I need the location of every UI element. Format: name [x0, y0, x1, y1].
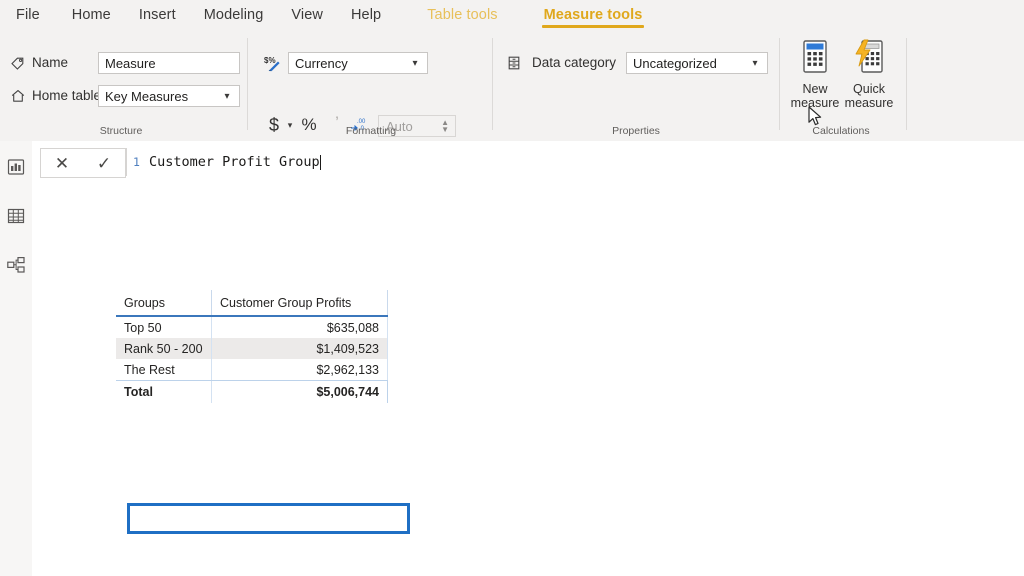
tab-home-label: Home [71, 7, 111, 23]
tab-insert-label: Insert [138, 7, 176, 23]
currency-format-button[interactable]: $ [266, 115, 282, 135]
data-category-label: Data category [532, 55, 617, 70]
home-table-select[interactable]: Key Measures ▾ [98, 85, 240, 107]
home-table-field-row: Home table [8, 86, 101, 105]
cell-group: Rank 50 - 200 [116, 338, 212, 359]
tab-home[interactable]: Home [58, 0, 125, 30]
formula-line-number: 1 [133, 155, 140, 169]
table-row[interactable]: Top 50 $635,088 [116, 317, 388, 338]
text-caret [319, 154, 321, 170]
measure-name-value: Measure [105, 55, 156, 71]
data-category-icon [504, 53, 523, 72]
quick-measure-label-line2: measure [844, 96, 894, 110]
ribbon-body: Name Measure Home table Key Measures ▾ S… [0, 30, 1024, 142]
ribbon-tab-strip: File Home Insert Modeling View Help Tabl… [0, 0, 1024, 30]
tab-measure-tools-label: Measure tools [543, 7, 643, 23]
home-table-label: Home table [32, 88, 102, 103]
formula-expression: Customer Profit Group [148, 154, 320, 170]
tab-measure-tools[interactable]: Measure tools [530, 0, 657, 30]
cell-profit: $635,088 [212, 317, 388, 338]
tab-help[interactable]: Help [337, 0, 395, 30]
currency-format-label: $ [268, 114, 279, 135]
format-type-select[interactable]: Currency ▾ [288, 52, 428, 74]
table-total-row[interactable]: Total $5,006,744 [116, 380, 388, 403]
percent-format-label: % [301, 115, 317, 134]
format-type-value: Currency [295, 55, 348, 71]
cell-group: Top 50 [116, 317, 212, 338]
column-header-groups[interactable]: Groups [116, 290, 212, 315]
tab-file-label: File [16, 7, 40, 23]
comma-style-icon[interactable]: ’ [329, 113, 345, 133]
highlight-annotation-box [127, 503, 410, 534]
mouse-cursor [808, 106, 824, 133]
new-measure-label-line1: New [802, 82, 828, 96]
tab-table-tools[interactable]: Table tools [413, 0, 511, 30]
currency-chevron-down-icon[interactable]: ▾ [284, 118, 296, 132]
formula-bar-actions: ✕ ✓ [40, 148, 126, 178]
calculator-icon [799, 39, 831, 78]
check-icon[interactable]: ✓ [97, 155, 111, 172]
name-label: Name [32, 55, 69, 70]
quick-measure-label-line1: Quick [853, 82, 885, 96]
data-category-field-row: Data category [504, 53, 616, 72]
active-tab-underline [541, 25, 645, 28]
group-label-properties: Properties [612, 125, 660, 137]
report-view-icon[interactable] [5, 156, 27, 178]
cell-group: The Rest [116, 359, 212, 380]
column-header-profits[interactable]: Customer Group Profits [212, 290, 388, 315]
group-label-formatting: Formatting [345, 125, 397, 137]
tag-icon [8, 53, 27, 72]
svg-text:$%: $% [264, 56, 276, 65]
power-bi-window: File Home Insert Modeling View Help Tabl… [0, 0, 1024, 576]
clipped-visual-strip [32, 566, 1024, 576]
tab-modeling[interactable]: Modeling [190, 0, 278, 30]
home-icon [8, 86, 27, 105]
group-divider [492, 38, 493, 130]
tab-view[interactable]: View [277, 0, 337, 30]
chevron-down-icon: ▾ [224, 90, 230, 102]
report-canvas[interactable]: Groups Customer Group Profits Top 50 $63… [32, 183, 1024, 576]
data-category-value: Uncategorized [633, 55, 717, 71]
tab-file[interactable]: File [0, 0, 58, 30]
chevron-down-icon: ▾ [412, 57, 418, 69]
tab-modeling-label: Modeling [203, 7, 264, 23]
formula-input[interactable]: 1 Customer Profit Group [126, 148, 1022, 176]
cell-total-label: Total [116, 381, 212, 403]
home-table-value: Key Measures [105, 88, 189, 104]
stepper-down-icon: ▼ [441, 125, 449, 134]
formula-bar: ✕ ✓ 1 Customer Profit Group [32, 141, 1024, 184]
format-percent-icon: $% [262, 52, 286, 74]
model-view-icon[interactable] [5, 254, 27, 276]
cell-profit: $1,409,523 [212, 338, 388, 359]
name-field-row: Name [8, 53, 68, 72]
tab-insert[interactable]: Insert [125, 0, 190, 30]
group-divider [906, 38, 907, 130]
group-label-structure: Structure [99, 125, 143, 137]
tab-table-tools-label: Table tools [427, 7, 498, 23]
table-visual[interactable]: Groups Customer Group Profits Top 50 $63… [116, 290, 388, 403]
cell-total-profit: $5,006,744 [212, 381, 388, 403]
group-divider [247, 38, 248, 130]
quick-measure-button[interactable]: Quick measure [836, 39, 902, 110]
table-header-row: Groups Customer Group Profits [116, 290, 388, 317]
table-row[interactable]: The Rest $2,962,133 [116, 359, 388, 380]
tab-help-label: Help [350, 7, 382, 23]
view-rail [0, 141, 33, 576]
quick-calculator-icon [853, 39, 885, 78]
data-view-icon[interactable] [5, 205, 27, 227]
stepper-arrows[interactable]: ▲ ▼ [441, 119, 449, 134]
tab-view-label: View [291, 7, 323, 23]
measure-name-input[interactable]: Measure [98, 52, 240, 74]
group-divider [779, 38, 780, 130]
close-icon[interactable]: ✕ [55, 155, 69, 172]
table-row[interactable]: Rank 50 - 200 $1,409,523 [116, 338, 388, 359]
data-category-select[interactable]: Uncategorized ▾ [626, 52, 768, 74]
cell-profit: $2,962,133 [212, 359, 388, 380]
chevron-down-icon: ▾ [752, 57, 758, 69]
percent-format-button[interactable]: % [300, 115, 318, 135]
